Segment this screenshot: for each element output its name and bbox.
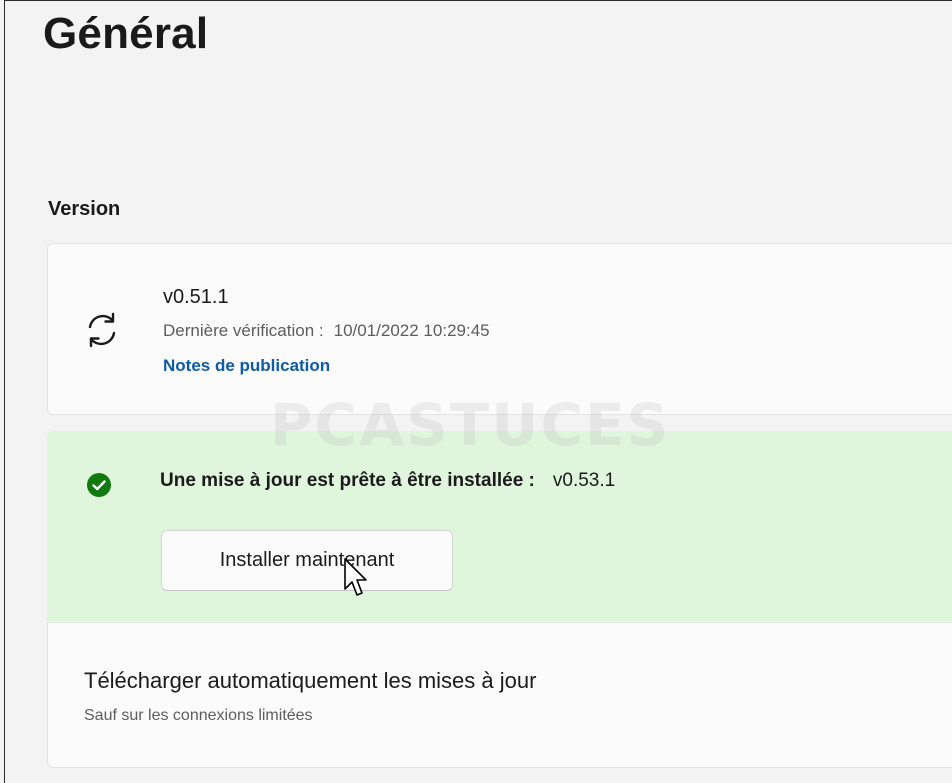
new-version: v0.53.1 — [552, 470, 616, 491]
auto-download-title: Télécharger automatiquement les mises à … — [84, 668, 537, 693]
sync-icon — [88, 312, 116, 348]
update-ready-banner: Une mise à jour est prête à être install… — [47, 431, 952, 621]
update-message-label: Une mise à jour est prête à être install… — [160, 470, 535, 491]
auto-download-card[interactable]: Télécharger automatiquement les mises à … — [47, 622, 952, 768]
release-notes-link[interactable]: Notes de publication — [163, 356, 330, 376]
version-card: v0.51.1 Dernière vérification : 10/01/202… — [47, 243, 952, 415]
page-title: Général — [43, 9, 209, 58]
install-now-button[interactable]: Installer maintenant — [161, 530, 453, 591]
update-message: Une mise à jour est prête à être install… — [160, 470, 615, 492]
check-circle-icon — [87, 473, 111, 497]
current-version: v0.51.1 — [163, 286, 229, 308]
last-check: Dernière vérification : 10/01/2022 10:29:… — [163, 321, 490, 341]
section-label-version: Version — [48, 198, 121, 220]
last-check-value: 10/01/2022 10:29:45 — [333, 321, 490, 340]
settings-window: Général Version v0.51.1 Dernière vérific… — [4, 0, 952, 783]
last-check-label: Dernière vérification : — [163, 321, 324, 340]
auto-download-subtitle: Sauf sur les connexions limitées — [84, 707, 313, 724]
